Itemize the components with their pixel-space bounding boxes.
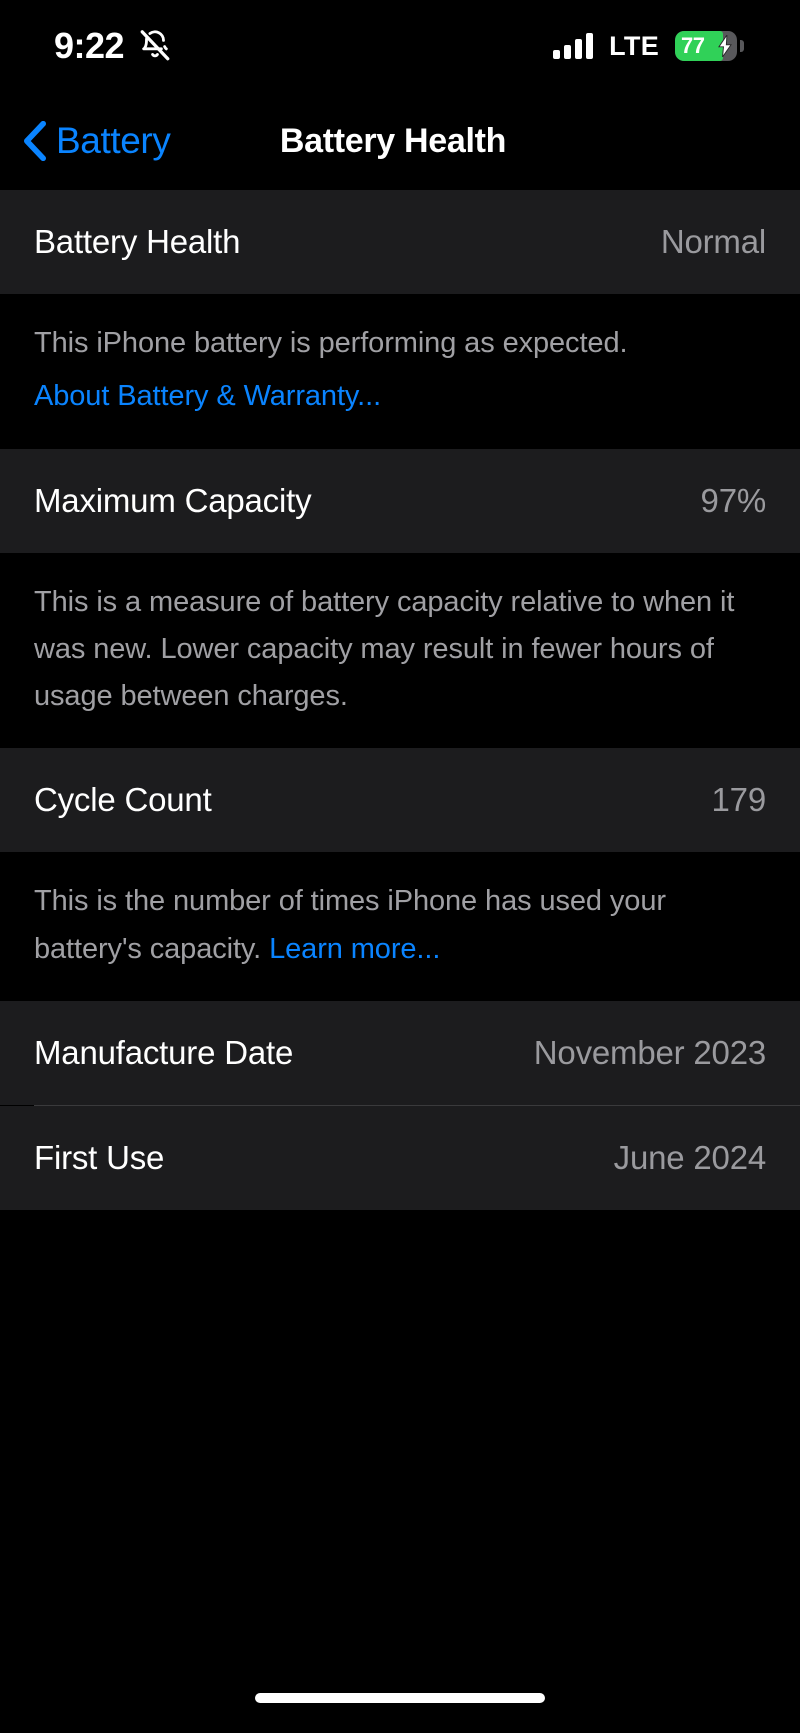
status-bar: 9:22 LTE 77 <box>0 0 800 92</box>
row-battery-health[interactable]: Battery Health Normal <box>0 190 800 294</box>
status-time: 9:22 <box>54 25 125 66</box>
home-indicator-bar[interactable] <box>255 1693 545 1703</box>
bell-slash-icon <box>138 29 172 63</box>
row-maximum-capacity[interactable]: Maximum Capacity 97% <box>0 448 800 553</box>
row-label: First Use <box>34 1138 165 1176</box>
footer-text: This is a measure of battery capacity re… <box>34 585 735 713</box>
navigation-bar: Battery Battery Health <box>0 92 800 190</box>
row-value: 97% <box>700 481 767 519</box>
section-dates: Manufacture Date November 2023 First Use… <box>0 1000 800 1210</box>
about-battery-warranty-link[interactable]: About Battery & Warranty... <box>34 373 766 420</box>
row-value: June 2024 <box>613 1138 767 1176</box>
row-cycle-count[interactable]: Cycle Count 179 <box>0 748 800 853</box>
row-value: Normal <box>660 223 766 260</box>
empty-space <box>0 1209 800 1663</box>
status-bar-left: 9:22 <box>54 28 172 64</box>
cellular-bars-icon <box>553 33 594 59</box>
row-label: Manufacture Date <box>34 1033 294 1071</box>
home-indicator-area <box>0 1663 800 1733</box>
row-manufacture-date: Manufacture Date November 2023 <box>0 1000 800 1105</box>
carrier-label: LTE <box>609 30 659 61</box>
learn-more-link[interactable]: Learn more... <box>269 933 440 965</box>
row-first-use: First Use June 2024 <box>0 1105 800 1210</box>
back-button[interactable]: Battery <box>0 120 171 162</box>
row-label: Cycle Count <box>34 781 212 819</box>
footer-maximum-capacity: This is a measure of battery capacity re… <box>0 552 800 749</box>
row-value: 179 <box>711 781 767 819</box>
status-bar-right: LTE 77 <box>553 31 744 62</box>
footer-cycle-count: This is the number of times iPhone has u… <box>0 852 800 1001</box>
section-battery-health: Battery Health Normal This iPhone batter… <box>0 190 800 449</box>
section-maximum-capacity: Maximum Capacity 97% This is a measure o… <box>0 448 800 749</box>
charging-bolt-icon <box>718 35 732 57</box>
row-value: November 2023 <box>533 1033 766 1071</box>
back-button-label: Battery <box>56 120 171 161</box>
battery-cap <box>740 40 744 52</box>
settings-list: Battery Health Normal This iPhone batter… <box>0 190 800 1663</box>
footer-text: This iPhone battery is performing as exp… <box>34 327 628 359</box>
row-label: Maximum Capacity <box>34 481 312 519</box>
footer-text: This is the number of times iPhone has u… <box>34 878 766 973</box>
footer-battery-health: This iPhone battery is performing as exp… <box>0 294 800 449</box>
chevron-left-icon <box>22 121 48 161</box>
battery-health-screen: 9:22 LTE 77 Battery Battery Health Batte… <box>0 0 800 1733</box>
battery-icon: 77 <box>675 31 744 61</box>
row-label: Battery Health <box>34 223 241 260</box>
section-cycle-count: Cycle Count 179 This is the number of ti… <box>0 748 800 1001</box>
